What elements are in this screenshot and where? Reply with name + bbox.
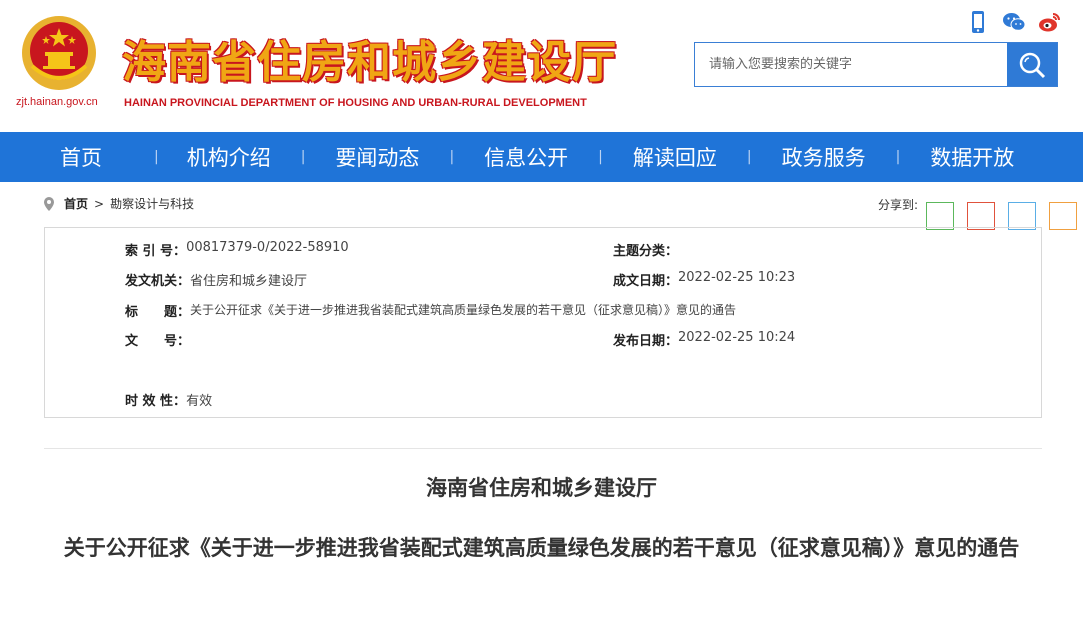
meta-topic-row: 主题分类： bbox=[613, 240, 678, 259]
share-qq-icon[interactable] bbox=[1008, 202, 1036, 230]
meta-label: 主题分类： bbox=[613, 240, 678, 259]
article-org: 海南省住房和城乡建设厅 bbox=[0, 472, 1083, 502]
share-weibo-icon[interactable] bbox=[967, 202, 995, 230]
mobile-icon[interactable] bbox=[966, 10, 990, 34]
search-icon bbox=[1017, 50, 1047, 80]
nav-item-open-data[interactable]: 数据开放 bbox=[930, 142, 1014, 172]
nav-item-news[interactable]: 要闻动态 bbox=[335, 142, 419, 172]
meta-value: 省住房和城乡建设厅 bbox=[190, 270, 307, 289]
nav-separator: | bbox=[154, 149, 159, 165]
meta-value: 00817379-0/2022-58910 bbox=[186, 240, 349, 259]
site-domain: zjt.hainan.gov.cn bbox=[16, 96, 98, 108]
main-nav: 首页 | 机构介绍 | 要闻动态 | 信息公开 | 解读回应 | 政务服务 | … bbox=[0, 132, 1083, 182]
breadcrumb-home[interactable]: 首页 bbox=[64, 195, 88, 212]
content-divider bbox=[44, 448, 1042, 449]
meta-value: 有效 bbox=[186, 390, 212, 409]
meta-label: 文 号： bbox=[125, 330, 190, 349]
top-icon-bar bbox=[966, 10, 1062, 34]
nav-item-interpretation[interactable]: 解读回应 bbox=[633, 142, 717, 172]
nav-separator: | bbox=[747, 149, 752, 165]
share-qzone-icon[interactable] bbox=[1049, 202, 1077, 230]
meta-published-row: 发布日期： 2022-02-25 10:24 bbox=[613, 330, 795, 349]
nav-separator: | bbox=[896, 149, 901, 165]
meta-validity-row: 时 效 性： 有效 bbox=[125, 390, 212, 409]
meta-docno-row: 文 号： bbox=[125, 330, 190, 349]
meta-label: 发布日期： bbox=[613, 330, 678, 349]
national-emblem-icon bbox=[20, 14, 98, 92]
meta-value: 关于公开征求《关于进一步推进我省装配式建筑高质量绿色发展的若干意见（征求意见稿）… bbox=[190, 301, 736, 320]
share-wechat-icon[interactable] bbox=[926, 202, 954, 230]
meta-title-row: 标 题： 关于公开征求《关于进一步推进我省装配式建筑高质量绿色发展的若干意见（征… bbox=[125, 301, 1025, 320]
site-title-cn[interactable]: 海南省住房和城乡建设厅 bbox=[122, 26, 617, 90]
meta-index-row: 索 引 号： 00817379-0/2022-58910 bbox=[125, 240, 349, 259]
site-header: zjt.hainan.gov.cn 海南省住房和城乡建设厅 HAINAN PRO… bbox=[0, 0, 1083, 132]
meta-label: 索 引 号： bbox=[125, 240, 186, 259]
document-meta-table: 索 引 号： 00817379-0/2022-58910 主题分类： 发文机关：… bbox=[44, 227, 1042, 418]
meta-label: 时 效 性： bbox=[125, 390, 186, 409]
nav-item-services[interactable]: 政务服务 bbox=[782, 142, 866, 172]
nav-item-disclosure[interactable]: 信息公开 bbox=[484, 142, 568, 172]
breadcrumb-current[interactable]: 勘察设计与科技 bbox=[110, 195, 194, 212]
meta-value: 2022-02-25 10:24 bbox=[678, 330, 795, 349]
search-input[interactable] bbox=[695, 43, 1007, 86]
meta-label: 成文日期： bbox=[613, 270, 678, 289]
nav-separator: | bbox=[598, 149, 603, 165]
meta-label: 标 题： bbox=[125, 301, 190, 320]
article-title: 关于公开征求《关于进一步推进我省装配式建筑高质量绿色发展的若干意见（征求意见稿）… bbox=[60, 532, 1023, 565]
breadcrumb: 首页 > 勘察设计与科技 bbox=[44, 195, 194, 212]
nav-separator: | bbox=[449, 149, 454, 165]
wechat-icon[interactable] bbox=[1002, 10, 1026, 34]
weibo-icon[interactable] bbox=[1038, 10, 1062, 34]
share-label: 分享到: bbox=[878, 196, 918, 213]
search-box bbox=[694, 42, 1058, 87]
share-icons bbox=[926, 202, 1077, 230]
meta-value: 2022-02-25 10:23 bbox=[678, 270, 795, 289]
meta-label: 发文机关： bbox=[125, 270, 190, 289]
search-button[interactable] bbox=[1007, 43, 1057, 86]
location-pin-icon bbox=[44, 197, 54, 211]
meta-created-row: 成文日期： 2022-02-25 10:23 bbox=[613, 270, 795, 289]
site-title-en: HAINAN PROVINCIAL DEPARTMENT OF HOUSING … bbox=[124, 97, 587, 109]
meta-issuer-row: 发文机关： 省住房和城乡建设厅 bbox=[125, 270, 307, 289]
nav-separator: | bbox=[301, 149, 306, 165]
nav-item-about[interactable]: 机构介绍 bbox=[187, 142, 271, 172]
nav-item-home[interactable]: 首页 bbox=[60, 142, 102, 172]
breadcrumb-arrow: > bbox=[94, 197, 104, 211]
